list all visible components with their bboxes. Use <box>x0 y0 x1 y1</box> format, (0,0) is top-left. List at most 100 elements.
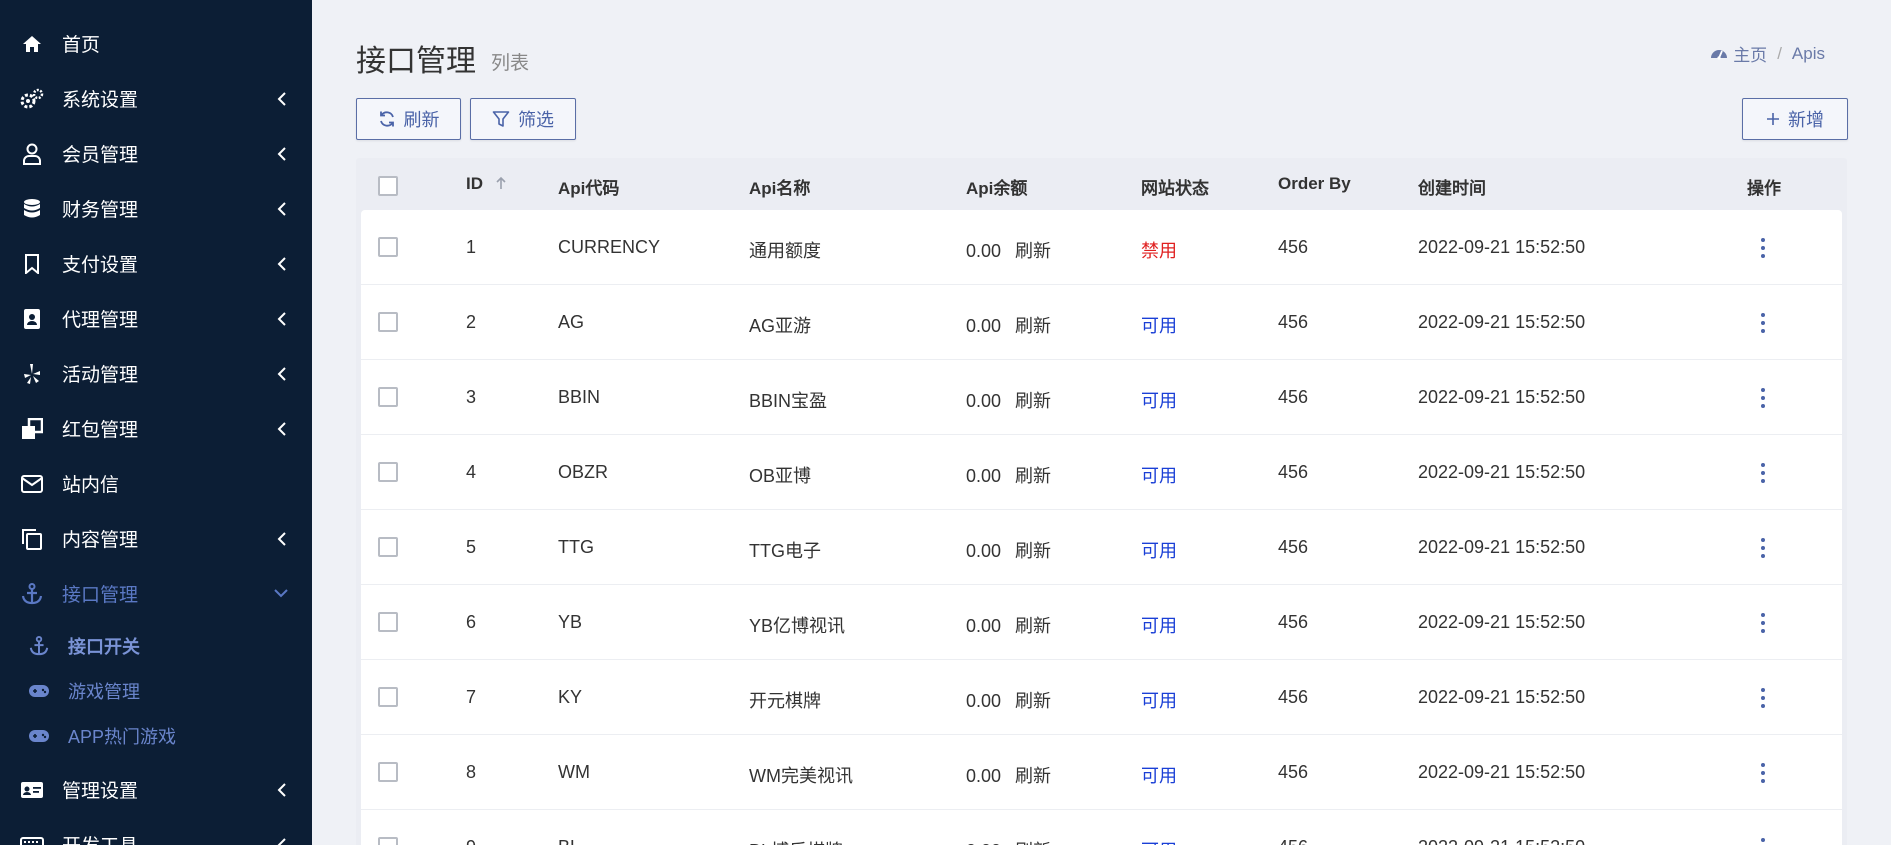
row-actions-menu-icon[interactable] <box>1759 538 1767 558</box>
row-checkbox[interactable] <box>378 312 398 332</box>
sidebar-item-finance[interactable]: 财务管理 <box>0 181 312 236</box>
gamepad-icon <box>28 725 50 747</box>
row-actions-menu-icon[interactable] <box>1759 688 1767 708</box>
sidebar-item-payment[interactable]: 支付设置 <box>0 236 312 291</box>
chevron-left-icon <box>274 91 288 106</box>
cell-code: AG <box>558 312 585 332</box>
balance-refresh-link[interactable]: 刷新 <box>1015 616 1051 636</box>
sidebar: 首页 系统设置 会员管理 财务管理 支付设置 代理管理 活动管理 红包管理 站内… <box>0 0 312 845</box>
plus-icon <box>1766 112 1780 126</box>
sidebar-item-activities[interactable]: 活动管理 <box>0 346 312 401</box>
row-checkbox[interactable] <box>378 537 398 557</box>
row-checkbox[interactable] <box>378 762 398 782</box>
cell-id: 4 <box>466 462 477 482</box>
sidebar-item-label: 站内信 <box>62 475 120 496</box>
page-title: 接口管理 <box>356 45 476 78</box>
sidebar-item-messages[interactable]: 站内信 <box>0 456 312 511</box>
sort-arrow-up-icon <box>496 175 506 195</box>
sidebar-subitem-label: 接口开关 <box>68 636 140 657</box>
cell-balance: 0.00 刷新 <box>966 462 1051 488</box>
breadcrumb-home-link[interactable]: 主页 <box>1733 41 1767 66</box>
breadcrumb-current: Apis <box>1791 43 1825 63</box>
sidebar-subitem-api-switch[interactable]: 接口开关 <box>0 623 312 668</box>
status-badge[interactable]: 可用 <box>1141 612 1177 638</box>
balance-refresh-link[interactable]: 刷新 <box>1015 466 1051 486</box>
sidebar-item-agents[interactable]: 代理管理 <box>0 291 312 346</box>
column-header-created: 创建时间 <box>1418 179 1486 198</box>
balance-refresh-link[interactable]: 刷新 <box>1015 541 1051 561</box>
row-checkbox[interactable] <box>378 387 398 407</box>
status-badge[interactable]: 可用 <box>1141 462 1177 488</box>
cell-balance: 0.00 刷新 <box>966 762 1051 788</box>
add-button[interactable]: 新增 <box>1742 98 1848 140</box>
row-checkbox[interactable] <box>378 687 398 707</box>
row-checkbox[interactable] <box>378 837 398 845</box>
balance-value: 0.00 <box>966 466 1002 486</box>
cell-code: WM <box>558 762 590 782</box>
sidebar-item-home[interactable]: 首页 <box>0 16 312 71</box>
status-badge[interactable]: 可用 <box>1141 762 1177 788</box>
cell-id: 2 <box>466 312 477 332</box>
row-actions-menu-icon[interactable] <box>1759 613 1767 633</box>
sidebar-item-red-packets[interactable]: 红包管理 <box>0 401 312 456</box>
main-content: 接口管理 列表 主页 / Apis 刷新 筛选 新增 ID Api代码 Api名… <box>312 0 1891 845</box>
cell-order: 456 <box>1278 687 1309 707</box>
balance-refresh-link[interactable]: 刷新 <box>1015 391 1051 411</box>
table-body: 1 CURRENCY 通用额度 0.00 刷新 禁用 456 2022-09-21 15:52… <box>361 210 1842 845</box>
row-actions-menu-icon[interactable] <box>1759 763 1767 783</box>
balance-value: 0.00 <box>966 391 1002 411</box>
row-actions-menu-icon[interactable] <box>1759 313 1767 333</box>
row-actions-menu-icon[interactable] <box>1759 238 1767 258</box>
select-all-checkbox[interactable] <box>378 176 398 196</box>
table-row: 7 KY 开元棋牌 0.00 刷新 可用 456 2022-09-21 15:52:50 <box>361 660 1842 735</box>
sidebar-subitem-game-management[interactable]: 游戏管理 <box>0 668 312 713</box>
chevron-down-icon <box>274 587 288 601</box>
refresh-button-label: 刷新 <box>403 110 440 130</box>
row-checkbox[interactable] <box>378 462 398 482</box>
dashboard-icon <box>1710 46 1728 62</box>
row-actions-menu-icon[interactable] <box>1759 463 1767 483</box>
row-actions-menu-icon[interactable] <box>1759 388 1767 408</box>
cell-code: YB <box>558 612 583 632</box>
cell-code: BBIN <box>558 387 601 407</box>
chevron-left-icon <box>274 311 288 326</box>
status-badge[interactable]: 可用 <box>1141 687 1177 713</box>
status-badge[interactable]: 可用 <box>1141 312 1177 338</box>
sidebar-item-content[interactable]: 内容管理 <box>0 511 312 566</box>
status-badge[interactable]: 可用 <box>1141 387 1177 413</box>
chevron-left-icon <box>274 837 288 845</box>
copy-icon <box>20 527 44 551</box>
balance-refresh-link[interactable]: 刷新 <box>1015 841 1051 845</box>
sidebar-item-members[interactable]: 会员管理 <box>0 126 312 181</box>
cell-code: TTG <box>558 537 594 557</box>
sidebar-subnav: 接口开关 游戏管理 APP热门游戏 <box>0 621 312 762</box>
gamepad-icon <box>28 680 50 702</box>
column-header-id[interactable]: ID <box>466 174 506 195</box>
row-checkbox[interactable] <box>378 237 398 257</box>
sidebar-item-dev-tools[interactable]: 开发工具 <box>0 817 312 845</box>
status-badge[interactable]: 可用 <box>1141 537 1177 563</box>
row-actions-menu-icon[interactable] <box>1759 838 1767 845</box>
database-icon <box>20 197 44 221</box>
cell-order: 456 <box>1278 312 1309 332</box>
balance-refresh-link[interactable]: 刷新 <box>1015 241 1051 261</box>
sidebar-item-api-management[interactable]: 接口管理 <box>0 566 312 621</box>
balance-value: 0.00 <box>966 766 1002 786</box>
cell-name: TTG电子 <box>749 541 821 561</box>
filter-button[interactable]: 筛选 <box>470 98 576 140</box>
status-badge[interactable]: 禁用 <box>1141 237 1177 263</box>
sidebar-item-system-settings[interactable]: 系统设置 <box>0 71 312 126</box>
balance-refresh-link[interactable]: 刷新 <box>1015 691 1051 711</box>
balance-refresh-link[interactable]: 刷新 <box>1015 766 1051 786</box>
sidebar-item-label: 首页 <box>62 35 101 56</box>
sidebar-item-label: 活动管理 <box>62 365 139 386</box>
balance-refresh-link[interactable]: 刷新 <box>1015 316 1051 336</box>
filter-button-label: 筛选 <box>518 110 554 130</box>
refresh-button[interactable]: 刷新 <box>356 98 461 140</box>
table-row: 6 YB YB亿博视讯 0.00 刷新 可用 456 2022-09-21 15:52:50 <box>361 585 1842 660</box>
sidebar-item-admin-settings[interactable]: 管理设置 <box>0 762 312 817</box>
sidebar-subitem-app-hot-games[interactable]: APP热门游戏 <box>0 713 312 758</box>
cell-created: 2022-09-21 15:52:50 <box>1418 387 1586 407</box>
status-badge[interactable]: 可用 <box>1141 837 1177 845</box>
row-checkbox[interactable] <box>378 612 398 632</box>
